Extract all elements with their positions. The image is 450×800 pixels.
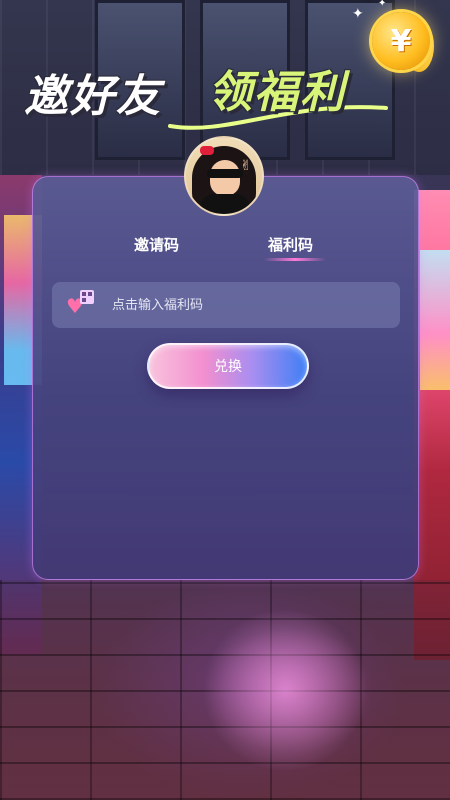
redeem-button[interactable]: 兑换 — [147, 343, 309, 389]
coin-symbol: ¥ — [390, 23, 412, 59]
benefit-code-field[interactable]: ♥ — [52, 282, 400, 328]
active-tab-indicator — [264, 258, 326, 261]
sparkle-icon: ✦ — [352, 6, 364, 22]
tab-invite-code[interactable]: 邀请码 — [134, 234, 179, 255]
header-banner: 邀好友 领福利 — [18, 56, 388, 130]
floor-light-glow — [200, 610, 370, 770]
tab-benefit-code[interactable]: 福利码 — [268, 234, 313, 255]
banner-title-part1: 邀好友 — [24, 71, 162, 122]
sparkle-icon: ✦ — [378, 0, 387, 9]
yuan-coin-icon: ¥ — [372, 12, 430, 70]
heart-qr-icon: ♥ — [66, 290, 96, 320]
code-tabs: 邀请码 福利码 — [96, 234, 356, 264]
avatar: ✌ — [184, 136, 264, 216]
banner-title-part2: 领福利 — [208, 67, 346, 118]
benefit-code-input[interactable] — [110, 289, 400, 321]
